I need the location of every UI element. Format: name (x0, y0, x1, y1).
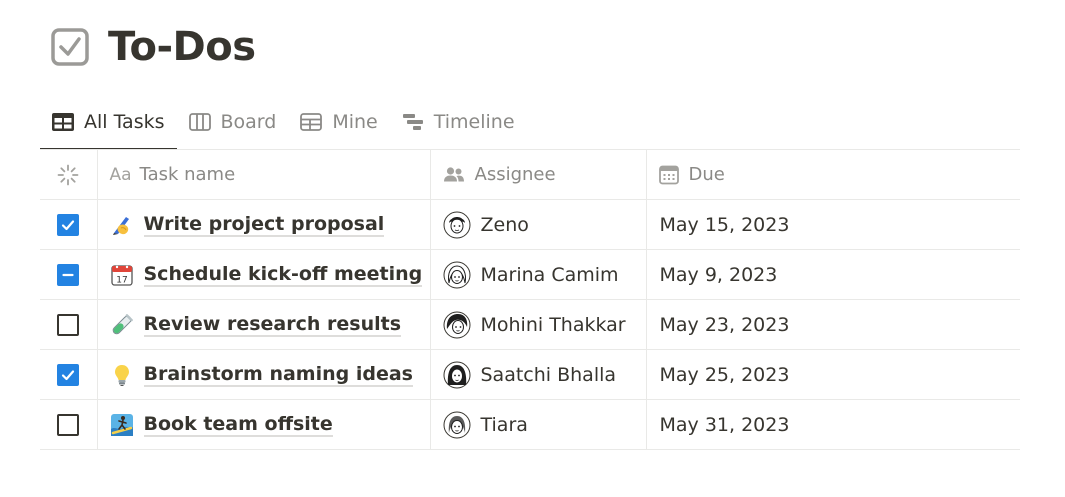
column-label: Task name (139, 164, 236, 185)
name-column-header[interactable]: Aa Task name (97, 150, 431, 200)
tab-label: All Tasks (84, 111, 165, 133)
assignee-column-header[interactable]: Assignee (430, 150, 647, 200)
calendar-icon (658, 165, 679, 184)
tab-all-tasks[interactable]: All Tasks (40, 96, 177, 150)
task-checkbox[interactable] (57, 363, 80, 386)
table-row[interactable]: Book team offsite Tiara May 31, 2023 (40, 399, 1020, 450)
table-row[interactable]: Write project proposal Zeno May 15, 2023 (40, 199, 1020, 250)
page-header: To-Dos (50, 20, 256, 74)
assignee-name: Saatchi Bhalla (480, 363, 617, 386)
view-tabs: All Tasks Board Mine Timeline (40, 96, 527, 150)
assignee-name: Tiara (480, 413, 528, 436)
writing-hand-icon (110, 213, 134, 237)
page-title: To-Dos (108, 24, 256, 70)
assignee-name: Marina Camim (480, 263, 619, 286)
timeline-icon (402, 114, 423, 130)
table-row[interactable]: Brainstorm naming ideas Saatchi Bhalla M… (40, 349, 1020, 400)
due-date: May 31, 2023 (659, 413, 790, 436)
column-label: Assignee (474, 164, 556, 185)
table-icon (52, 113, 74, 131)
assignee-name: Mohini Thakkar (480, 313, 626, 336)
table-header-row: Aa Task name Assignee Due (40, 150, 1020, 200)
task-checkbox[interactable] (57, 263, 80, 286)
assignee-name: Zeno (480, 213, 529, 236)
tasks-table: Aa Task name Assignee Due Write project … (40, 150, 1020, 450)
text-property-icon: Aa (109, 164, 132, 185)
task-checkbox[interactable] (57, 313, 80, 336)
column-label: Due (688, 164, 725, 185)
page: To-Dos All Tasks Board Mine Timeline Aa … (0, 0, 1065, 497)
task-checkbox[interactable] (57, 413, 80, 436)
due-column-header[interactable]: Due (646, 150, 1020, 200)
task-name-link[interactable]: Schedule kick-off meeting (143, 263, 423, 287)
tab-label: Timeline (433, 111, 515, 133)
task-name-link[interactable]: Review research results (143, 313, 402, 337)
due-date: May 23, 2023 (659, 313, 790, 336)
avatar (443, 211, 470, 238)
table-row[interactable]: 17 Schedule kick-off meeting Marina Cami… (40, 249, 1020, 300)
table-row[interactable]: Review research results Mohini Thakkar M… (40, 299, 1020, 350)
status-column-header[interactable] (40, 150, 98, 200)
avatar (443, 311, 470, 338)
tab-board[interactable]: Board (177, 96, 289, 148)
surfer-icon (110, 413, 134, 437)
status-icon (57, 164, 79, 185)
checkbox-icon (51, 28, 89, 66)
calendar-day: 17 (116, 275, 127, 285)
board-icon (188, 113, 211, 131)
light-bulb-icon (110, 363, 134, 387)
task-name-link[interactable]: Book team offsite (143, 413, 333, 437)
avatar (443, 261, 470, 288)
table-icon (300, 113, 323, 131)
minus-icon (62, 273, 74, 276)
due-date: May 15, 2023 (659, 213, 790, 236)
task-name-link[interactable]: Write project proposal (143, 213, 385, 237)
task-name-link[interactable]: Brainstorm naming ideas (143, 363, 413, 387)
tab-label: Mine (332, 111, 378, 133)
calendar-icon: 17 (110, 263, 134, 287)
task-checkbox[interactable] (57, 213, 80, 236)
tab-timeline[interactable]: Timeline (390, 96, 527, 148)
avatar (443, 411, 470, 438)
check-icon (62, 369, 75, 380)
people-icon (443, 166, 464, 181)
due-date: May 25, 2023 (659, 363, 790, 386)
test-tube-icon (110, 313, 134, 337)
check-icon (62, 219, 75, 230)
avatar (443, 361, 470, 388)
tab-mine[interactable]: Mine (288, 96, 389, 148)
due-date: May 9, 2023 (659, 263, 778, 286)
tab-label: Board (220, 111, 277, 133)
